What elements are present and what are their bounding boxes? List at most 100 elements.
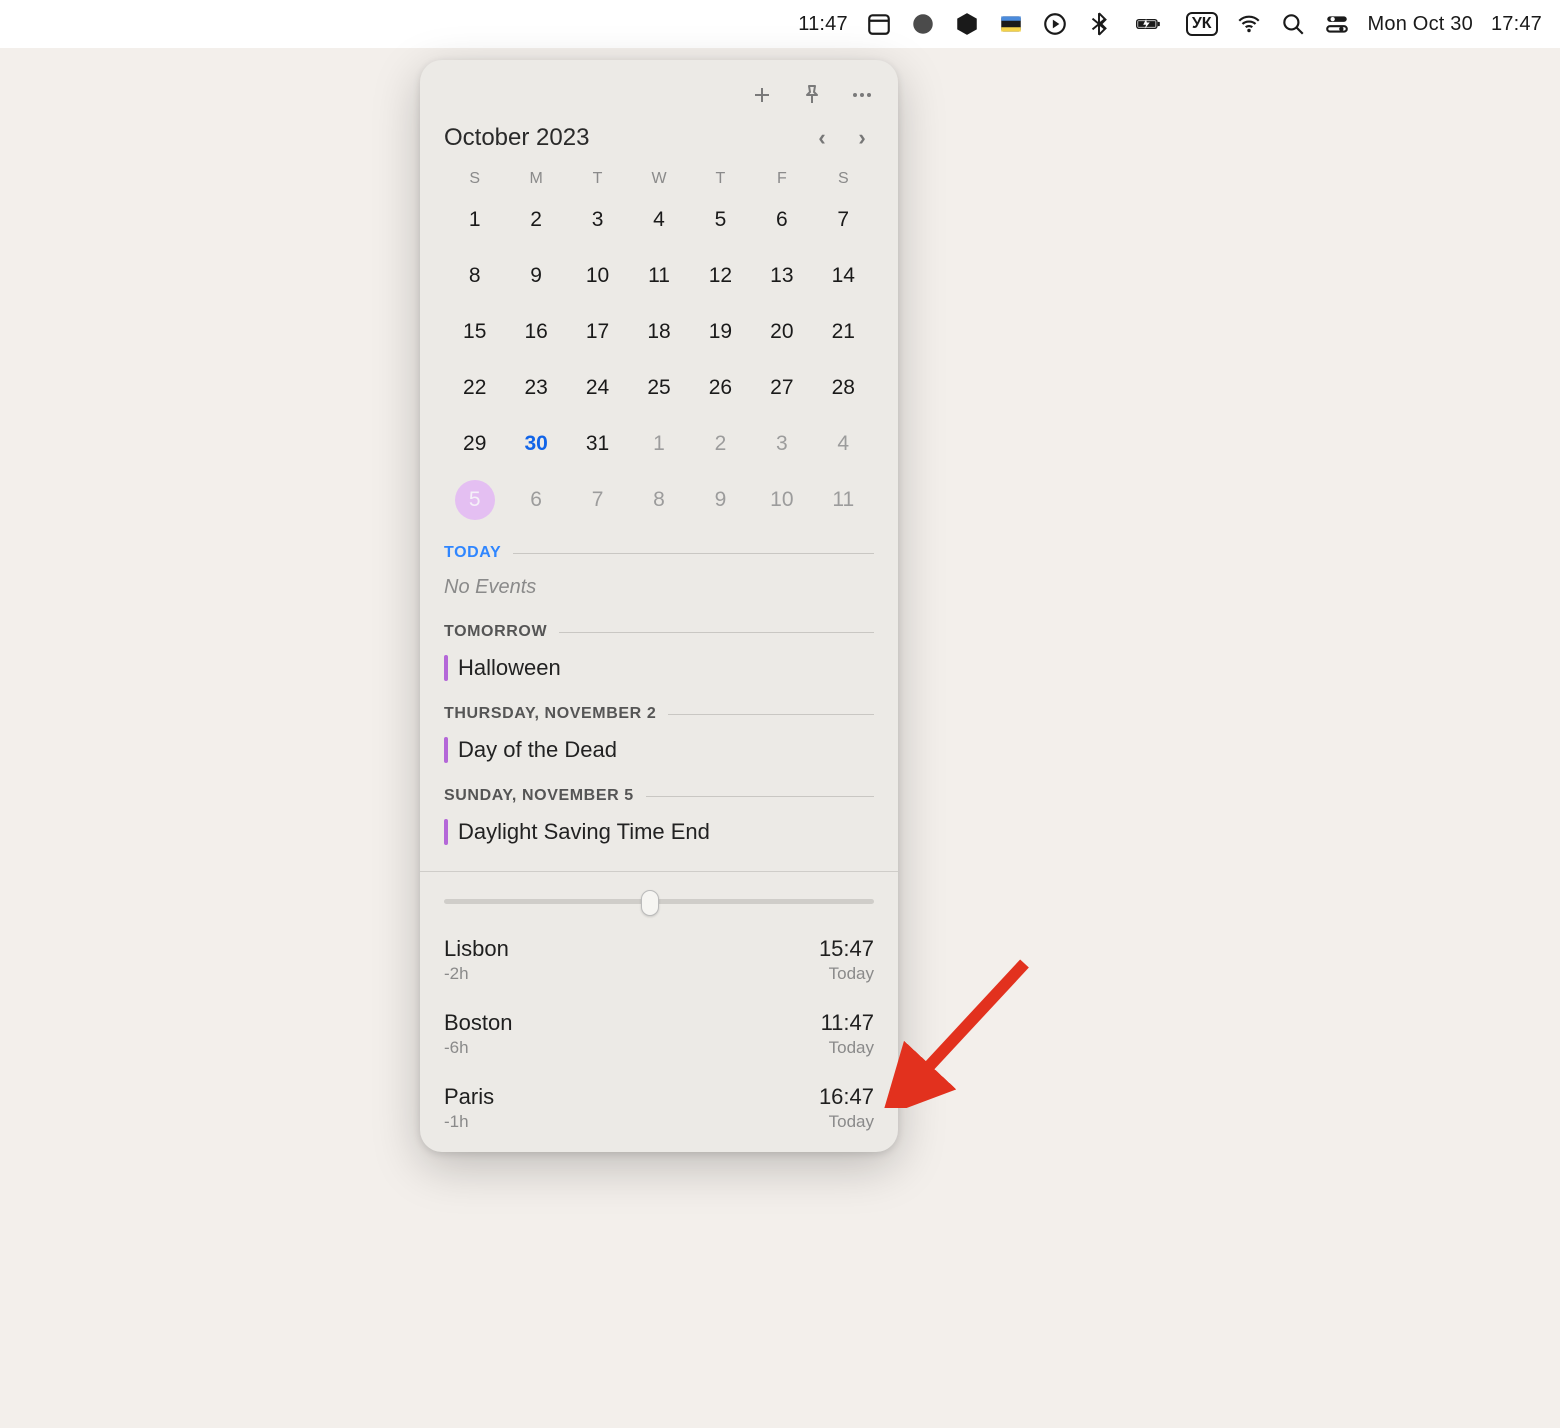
weekday-row: SMTWTFS: [444, 170, 874, 188]
calendar-day[interactable]: 19: [690, 312, 751, 352]
calendar-day[interactable]: 10: [567, 256, 628, 296]
calendar-title: October 2023: [444, 124, 589, 152]
weekday-label: M: [505, 170, 566, 188]
event-color-bar: [444, 737, 448, 763]
next-month-button[interactable]: ›: [850, 126, 874, 150]
hexagon-app-icon[interactable]: [954, 11, 980, 37]
weekday-label: S: [813, 170, 874, 188]
calendar-day[interactable]: 22: [444, 368, 505, 408]
section-label: TOMORROW: [444, 623, 547, 641]
weekday-label: T: [690, 170, 751, 188]
timezone-day: Today: [819, 964, 874, 984]
calendar-day[interactable]: 2: [505, 200, 566, 240]
no-events-label: No Events: [444, 576, 874, 599]
timezone-list: Lisbon-2h15:47TodayBoston-6h11:47TodayPa…: [444, 936, 874, 1132]
calendar-day[interactable]: 7: [813, 200, 874, 240]
calendar-day[interactable]: 11: [628, 256, 689, 296]
calendar-day[interactable]: 6: [751, 200, 812, 240]
calendar-day[interactable]: 4: [813, 424, 874, 464]
calendar-day[interactable]: 20: [751, 312, 812, 352]
timezone-time: 15:47: [819, 936, 874, 962]
calendar-day[interactable]: 7: [567, 480, 628, 520]
timezone-row[interactable]: Boston-6h11:47Today: [444, 1010, 874, 1058]
calendar-day[interactable]: 3: [751, 424, 812, 464]
calendar-day[interactable]: 2: [690, 424, 751, 464]
pin-button[interactable]: [800, 83, 824, 107]
menubar-widget-time[interactable]: 11:47: [798, 13, 848, 36]
timezone-offset: -1h: [444, 1112, 494, 1132]
calendar-day[interactable]: 18: [628, 312, 689, 352]
timezone-offset: -2h: [444, 964, 509, 984]
battery-charging-icon[interactable]: [1130, 11, 1168, 37]
calendar-day[interactable]: 9: [505, 256, 566, 296]
weekday-label: S: [444, 170, 505, 188]
add-button[interactable]: [750, 83, 774, 107]
section-divider: [420, 871, 898, 872]
calendar-day[interactable]: 5: [444, 480, 505, 520]
section-label: TODAY: [444, 544, 501, 562]
notes-app-icon[interactable]: [998, 11, 1024, 37]
calendar-day[interactable]: 30: [505, 424, 566, 464]
macos-menubar: 11:47 УК Mon Oct 30 17:47: [0, 0, 1560, 48]
timezone-time: 11:47: [821, 1010, 874, 1036]
calendar-day[interactable]: 9: [690, 480, 751, 520]
time-slider[interactable]: [444, 894, 874, 908]
calendar-day[interactable]: 14: [813, 256, 874, 296]
slider-thumb[interactable]: [641, 890, 659, 916]
calendar-day[interactable]: 8: [444, 256, 505, 296]
calendar-day[interactable]: 11: [813, 480, 874, 520]
section-rule: [559, 632, 874, 633]
calendar-day[interactable]: 26: [690, 368, 751, 408]
bluetooth-icon[interactable]: [1086, 11, 1112, 37]
calendar-popover: October 2023 ‹ › SMTWTFS 123456789101112…: [420, 60, 898, 1152]
calendar-icon[interactable]: [866, 11, 892, 37]
weekday-label: W: [628, 170, 689, 188]
play-circle-icon[interactable]: [1042, 11, 1068, 37]
calendar-day[interactable]: 23: [505, 368, 566, 408]
calendar-day[interactable]: 24: [567, 368, 628, 408]
event-row[interactable]: Day of the Dead: [444, 737, 874, 763]
section-header: SUNDAY, NOVEMBER 5: [444, 787, 874, 805]
event-row[interactable]: Halloween: [444, 655, 874, 681]
wifi-icon[interactable]: [1236, 11, 1262, 37]
timezone-day: Today: [821, 1038, 874, 1058]
more-button[interactable]: [850, 83, 874, 107]
calendar-day[interactable]: 1: [444, 200, 505, 240]
prev-month-button[interactable]: ‹: [810, 126, 834, 150]
section-header: TODAY: [444, 544, 874, 562]
calendar-day[interactable]: 3: [567, 200, 628, 240]
calendar-day[interactable]: 13: [751, 256, 812, 296]
calendar-day[interactable]: 10: [751, 480, 812, 520]
calendar-day[interactable]: 21: [813, 312, 874, 352]
timezone-row[interactable]: Lisbon-2h15:47Today: [444, 936, 874, 984]
calendar-day[interactable]: 28: [813, 368, 874, 408]
control-center-icon[interactable]: [1324, 11, 1350, 37]
calendar-day[interactable]: 25: [628, 368, 689, 408]
event-title: Halloween: [458, 655, 561, 681]
calendar-day[interactable]: 17: [567, 312, 628, 352]
calendar-day[interactable]: 29: [444, 424, 505, 464]
calendar-grid: 1234567891011121314151617181920212223242…: [444, 200, 874, 520]
section-header: THURSDAY, NOVEMBER 2: [444, 705, 874, 723]
calendar-day[interactable]: 5: [690, 200, 751, 240]
menubar-time[interactable]: 17:47: [1491, 13, 1542, 36]
circle-app-icon[interactable]: [910, 11, 936, 37]
calendar-day[interactable]: 27: [751, 368, 812, 408]
calendar-day[interactable]: 12: [690, 256, 751, 296]
calendar-day[interactable]: 16: [505, 312, 566, 352]
calendar-day[interactable]: 31: [567, 424, 628, 464]
search-icon[interactable]: [1280, 11, 1306, 37]
event-title: Day of the Dead: [458, 737, 617, 763]
timezone-row[interactable]: Paris-1h16:47Today: [444, 1084, 874, 1132]
calendar-day[interactable]: 1: [628, 424, 689, 464]
keyboard-layout-indicator[interactable]: УК: [1186, 12, 1218, 36]
calendar-day[interactable]: 4: [628, 200, 689, 240]
menubar-date[interactable]: Mon Oct 30: [1368, 13, 1473, 36]
section-header: TOMORROW: [444, 623, 874, 641]
calendar-day[interactable]: 15: [444, 312, 505, 352]
section-rule: [513, 553, 874, 554]
calendar-day[interactable]: 8: [628, 480, 689, 520]
calendar-day[interactable]: 6: [505, 480, 566, 520]
timezone-time: 16:47: [819, 1084, 874, 1110]
event-row[interactable]: Daylight Saving Time End: [444, 819, 874, 845]
